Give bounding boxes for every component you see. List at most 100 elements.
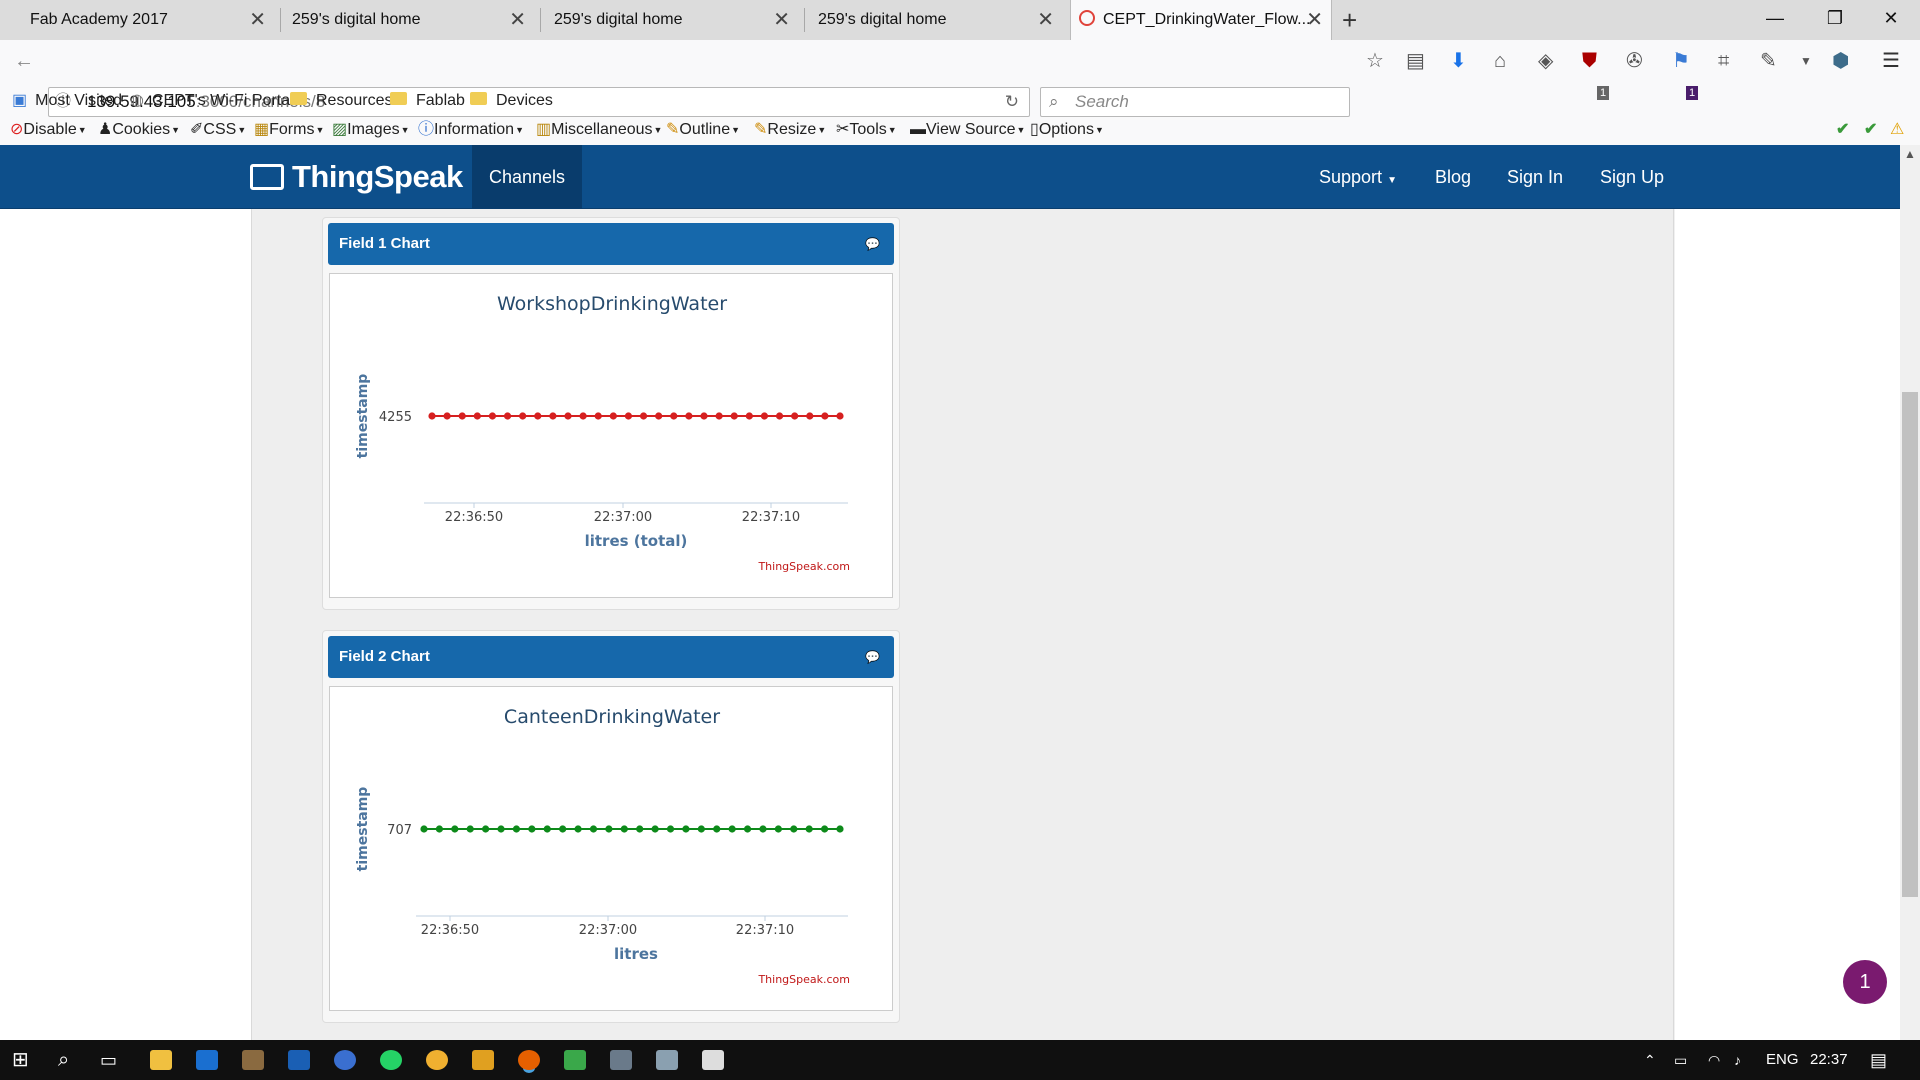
git-icon[interactable] [472, 1050, 494, 1070]
bookmark-most-visited[interactable]: ▣ Most Visited [12, 87, 122, 115]
scroll-up-icon[interactable]: ▲ [1904, 147, 1916, 161]
nav-channels[interactable]: Channels [472, 145, 582, 209]
tab-digital-home-3[interactable]: 259's digital home ✕ [808, 0, 1068, 40]
tab-digital-home-1[interactable]: 259's digital home ✕ [282, 0, 540, 40]
nav-support[interactable]: Support ▼ [1319, 145, 1397, 209]
devtool-options[interactable]: ▯Options▼ [1030, 117, 1104, 143]
bookmark-star-icon[interactable]: ☆ [1366, 49, 1384, 73]
nav-sign-in[interactable]: Sign In [1507, 145, 1563, 209]
download-icon[interactable]: ⬇ [1450, 49, 1467, 73]
firefox-icon[interactable] [518, 1050, 540, 1070]
restore-button[interactable]: ❐ [1812, 0, 1858, 36]
comment-icon[interactable]: 💬 [865, 636, 880, 678]
data-point [636, 825, 644, 833]
thingspeak-logo[interactable]: ThingSpeak [250, 157, 463, 197]
home-icon[interactable]: ⌂ [1494, 49, 1506, 73]
tab-cept-drinking-water[interactable]: CEPT_DrinkingWater_Flow... ✕ [1070, 0, 1332, 40]
close-window-button[interactable]: ✕ [1868, 0, 1914, 36]
nav-sign-up[interactable]: Sign Up [1600, 145, 1664, 209]
wifi-icon[interactable]: ◠ [1708, 1040, 1720, 1080]
battery-icon[interactable]: ▭ [1674, 1040, 1687, 1080]
slack-icon[interactable] [610, 1050, 632, 1070]
devtool-label: Images [347, 121, 400, 139]
search-icon[interactable]: ⌕ [58, 1040, 69, 1080]
crop-icon[interactable]: ⌗ [1718, 49, 1729, 73]
shield-extension-icon[interactable]: ⬢ [1832, 49, 1849, 73]
video-icon[interactable] [702, 1050, 724, 1070]
pocket-icon[interactable]: ◈ [1538, 49, 1553, 73]
validation-check-icon[interactable]: ✔ [1836, 117, 1849, 143]
tab-close-icon[interactable]: ✕ [1306, 0, 1323, 40]
devtool-view-source[interactable]: ▬View Source▼ [910, 117, 1025, 143]
whatsapp-icon[interactable] [380, 1050, 402, 1070]
devtool-tools[interactable]: ✂Tools▼ [836, 117, 897, 143]
clock[interactable]: 22:37 [1810, 1040, 1848, 1080]
store-icon[interactable] [196, 1050, 218, 1070]
chevron-up-icon[interactable]: ⌃ [1644, 1040, 1656, 1080]
devtool-outline[interactable]: ✎Outline▼ [666, 117, 740, 143]
minimize-button[interactable]: — [1752, 0, 1798, 36]
file-explorer-icon[interactable] [150, 1050, 172, 1070]
scrollbar-thumb[interactable] [1902, 392, 1918, 897]
tab-fab-academy[interactable]: Fab Academy 2017 ✕ [0, 0, 280, 40]
data-point [473, 412, 481, 420]
left-margin [0, 209, 251, 1040]
tab-close-icon[interactable]: ✕ [773, 0, 790, 40]
bookmark-cept-wifi[interactable]: ◍ CEPT's Wi-Fi Portal [130, 87, 294, 115]
devtool-label: Options [1038, 121, 1094, 139]
reading-list-icon[interactable]: ▤ [1406, 49, 1425, 73]
ublock-icon[interactable]: ⛊ [1582, 49, 1597, 73]
volume-icon[interactable]: ♪ [1734, 1040, 1741, 1080]
app-icon[interactable] [242, 1050, 264, 1070]
language-indicator[interactable]: ENG [1766, 1040, 1799, 1080]
devtool-disable[interactable]: ⊘Disable▼ [10, 117, 87, 143]
forms-icon: ▦ [254, 121, 270, 139]
bookmark-label: Fablab [416, 92, 465, 109]
cookies-icon: ♟ [98, 121, 113, 139]
data-point [836, 412, 844, 420]
task-view-icon[interactable]: ▭ [100, 1040, 117, 1080]
bookmark-fablab[interactable]: Fablab [390, 87, 465, 115]
thingspeak-navbar: ThingSpeak Channels Support ▼ Blog Sign … [0, 145, 1900, 209]
windows-start-icon[interactable]: ⊞ [12, 1040, 29, 1080]
devtool-css[interactable]: ✐CSS▼ [190, 117, 246, 143]
x-tick-label: 22:36:50 [421, 923, 479, 938]
globe-app-icon[interactable] [334, 1050, 356, 1070]
back-arrow-icon[interactable]: ← [14, 49, 34, 73]
new-tab-button[interactable]: + [1342, 0, 1357, 40]
menu-icon[interactable]: ☰ [1882, 49, 1900, 73]
notification-icon[interactable]: ⚑ [1672, 49, 1690, 73]
data-point [700, 412, 708, 420]
extension-icon[interactable]: ✇ [1626, 49, 1643, 73]
tab-close-icon[interactable]: ✕ [1037, 0, 1054, 40]
tab-close-icon[interactable]: ✕ [249, 0, 266, 40]
comment-icon[interactable]: 💬 [865, 223, 880, 265]
warning-icon[interactable]: ⚠ [1890, 117, 1904, 143]
photos-icon[interactable] [656, 1050, 678, 1070]
devtool-forms[interactable]: ▦Forms▼ [254, 117, 324, 143]
notification-count-button[interactable]: 1 [1843, 960, 1887, 1004]
devtool-information[interactable]: ⓘInformation▼ [418, 117, 524, 143]
chart-title: CanteenDrinkingWater [504, 706, 720, 728]
data-point [559, 825, 567, 833]
data-point [534, 412, 542, 420]
devtool-miscellaneous[interactable]: ▥Miscellaneous▼ [536, 117, 662, 143]
chevron-down-icon[interactable]: ▼ [1800, 49, 1812, 73]
tab-digital-home-2[interactable]: 259's digital home ✕ [544, 0, 804, 40]
devtool-images[interactable]: ▨Images▼ [332, 117, 410, 143]
devtool-resize[interactable]: ✎Resize▼ [754, 117, 826, 143]
paint-icon[interactable] [426, 1050, 448, 1070]
outlook-icon[interactable] [288, 1050, 310, 1070]
data-point [713, 825, 721, 833]
devtool-cookies[interactable]: ♟Cookies▼ [98, 117, 180, 143]
nav-blog[interactable]: Blog [1435, 145, 1471, 209]
tab-strip: Fab Academy 2017 ✕ 259's digital home ✕ … [0, 0, 1920, 40]
dropper-icon[interactable]: ✎ [1760, 49, 1777, 73]
tab-close-icon[interactable]: ✕ [509, 0, 526, 40]
bookmark-devices[interactable]: Devices [470, 87, 553, 115]
action-center-icon[interactable]: ▤ [1870, 1040, 1887, 1080]
app-green-icon[interactable] [564, 1050, 586, 1070]
css-check-icon[interactable]: ✔ [1864, 117, 1877, 143]
bookmark-resources[interactable]: Resources [290, 87, 392, 115]
globe-icon: ◍ [130, 92, 144, 109]
